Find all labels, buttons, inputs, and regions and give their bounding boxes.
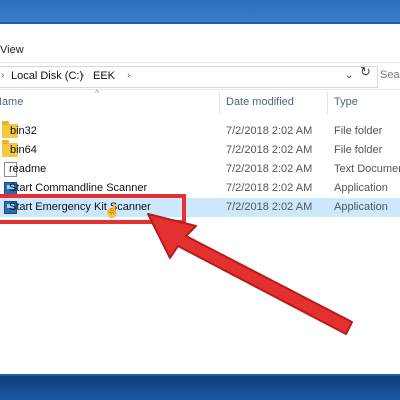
pointer-arrow xyxy=(147,213,353,335)
mouse-cursor-icon: ☝ xyxy=(104,203,121,218)
red-arrow-shape xyxy=(147,213,353,335)
desktop-background-bottom xyxy=(0,376,400,400)
